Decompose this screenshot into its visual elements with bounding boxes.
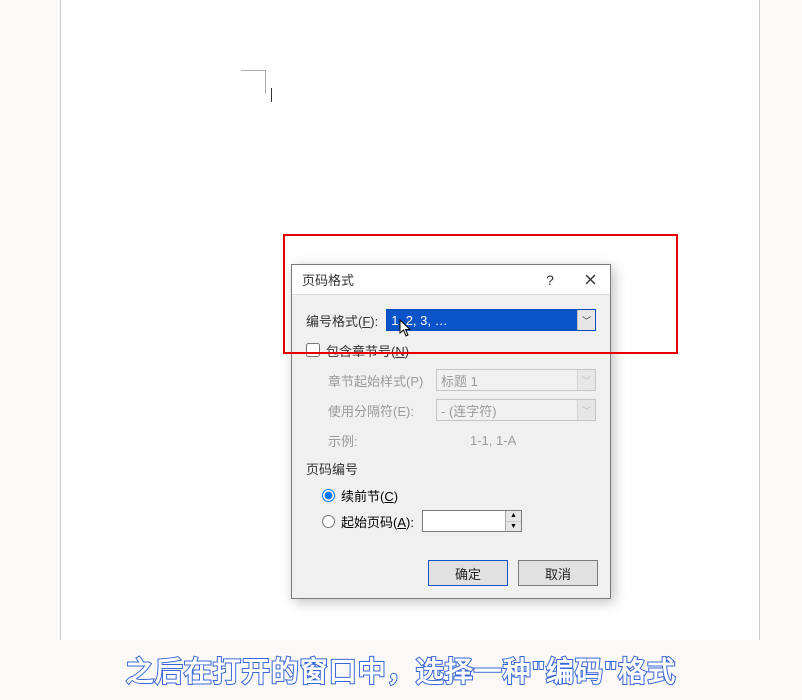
help-button[interactable]: ? xyxy=(530,265,570,295)
tutorial-caption: 之后在打开的窗口中，选择一种"编码"格式 xyxy=(0,650,802,690)
continue-previous-label: 续前节(C) xyxy=(341,486,398,505)
dialog-footer: 确定 取消 xyxy=(292,552,610,598)
close-button[interactable] xyxy=(570,265,610,295)
dialog-titlebar[interactable]: 页码格式 ? xyxy=(292,265,610,295)
example-label: 示例: xyxy=(328,431,428,450)
example-value: 1-1, 1-A xyxy=(470,433,516,448)
chapter-style-combo: 标题 1 ﹀ xyxy=(436,369,596,391)
continue-previous-row: 续前节(C) xyxy=(322,484,596,506)
start-at-label: 起始页码(A): xyxy=(341,512,414,531)
ok-button[interactable]: 确定 xyxy=(428,560,508,586)
page-corner-mark xyxy=(241,70,281,110)
example-row: 示例: 1-1, 1-A xyxy=(328,429,596,451)
separator-label: 使用分隔符(E): xyxy=(328,401,428,420)
start-at-row: 起始页码(A): ▲ ▼ xyxy=(322,510,596,532)
continue-previous-radio[interactable] xyxy=(322,489,335,502)
page-numbering-label: 页码编号 xyxy=(306,459,596,478)
chapter-style-label: 章节起始样式(P) xyxy=(328,371,428,390)
include-chapter-label: 包含章节号(N) xyxy=(326,341,409,360)
start-at-radio[interactable] xyxy=(322,515,335,528)
chevron-down-icon[interactable]: ﹀ xyxy=(577,310,595,330)
cancel-button[interactable]: 取消 xyxy=(518,560,598,586)
page-numbering-group: 页码编号 续前节(C) 起始页码(A): ▲ ▼ xyxy=(306,459,596,532)
chevron-down-icon: ﹀ xyxy=(577,400,595,420)
spin-up-icon[interactable]: ▲ xyxy=(506,511,521,522)
chevron-down-icon: ﹀ xyxy=(577,370,595,390)
start-at-spinner[interactable]: ▲ ▼ xyxy=(422,510,522,532)
number-format-label: 编号格式(F): xyxy=(306,311,378,330)
separator-combo: - (连字符) ﹀ xyxy=(436,399,596,421)
page-number-format-dialog: 页码格式 ? 编号格式(F): 1, 2, 3, … ﹀ 包含章节号(N) xyxy=(291,264,611,599)
dialog-title: 页码格式 xyxy=(302,270,354,289)
number-format-row: 编号格式(F): 1, 2, 3, … ﹀ xyxy=(306,309,596,331)
chapter-style-row: 章节起始样式(P) 标题 1 ﹀ xyxy=(328,369,596,391)
include-chapter-row: 包含章节号(N) xyxy=(306,339,596,361)
separator-row: 使用分隔符(E): - (连字符) ﹀ xyxy=(328,399,596,421)
spin-down-icon[interactable]: ▼ xyxy=(506,522,521,532)
number-format-combo[interactable]: 1, 2, 3, … ﹀ xyxy=(386,309,596,331)
close-icon xyxy=(585,274,596,285)
include-chapter-checkbox[interactable] xyxy=(306,343,320,357)
